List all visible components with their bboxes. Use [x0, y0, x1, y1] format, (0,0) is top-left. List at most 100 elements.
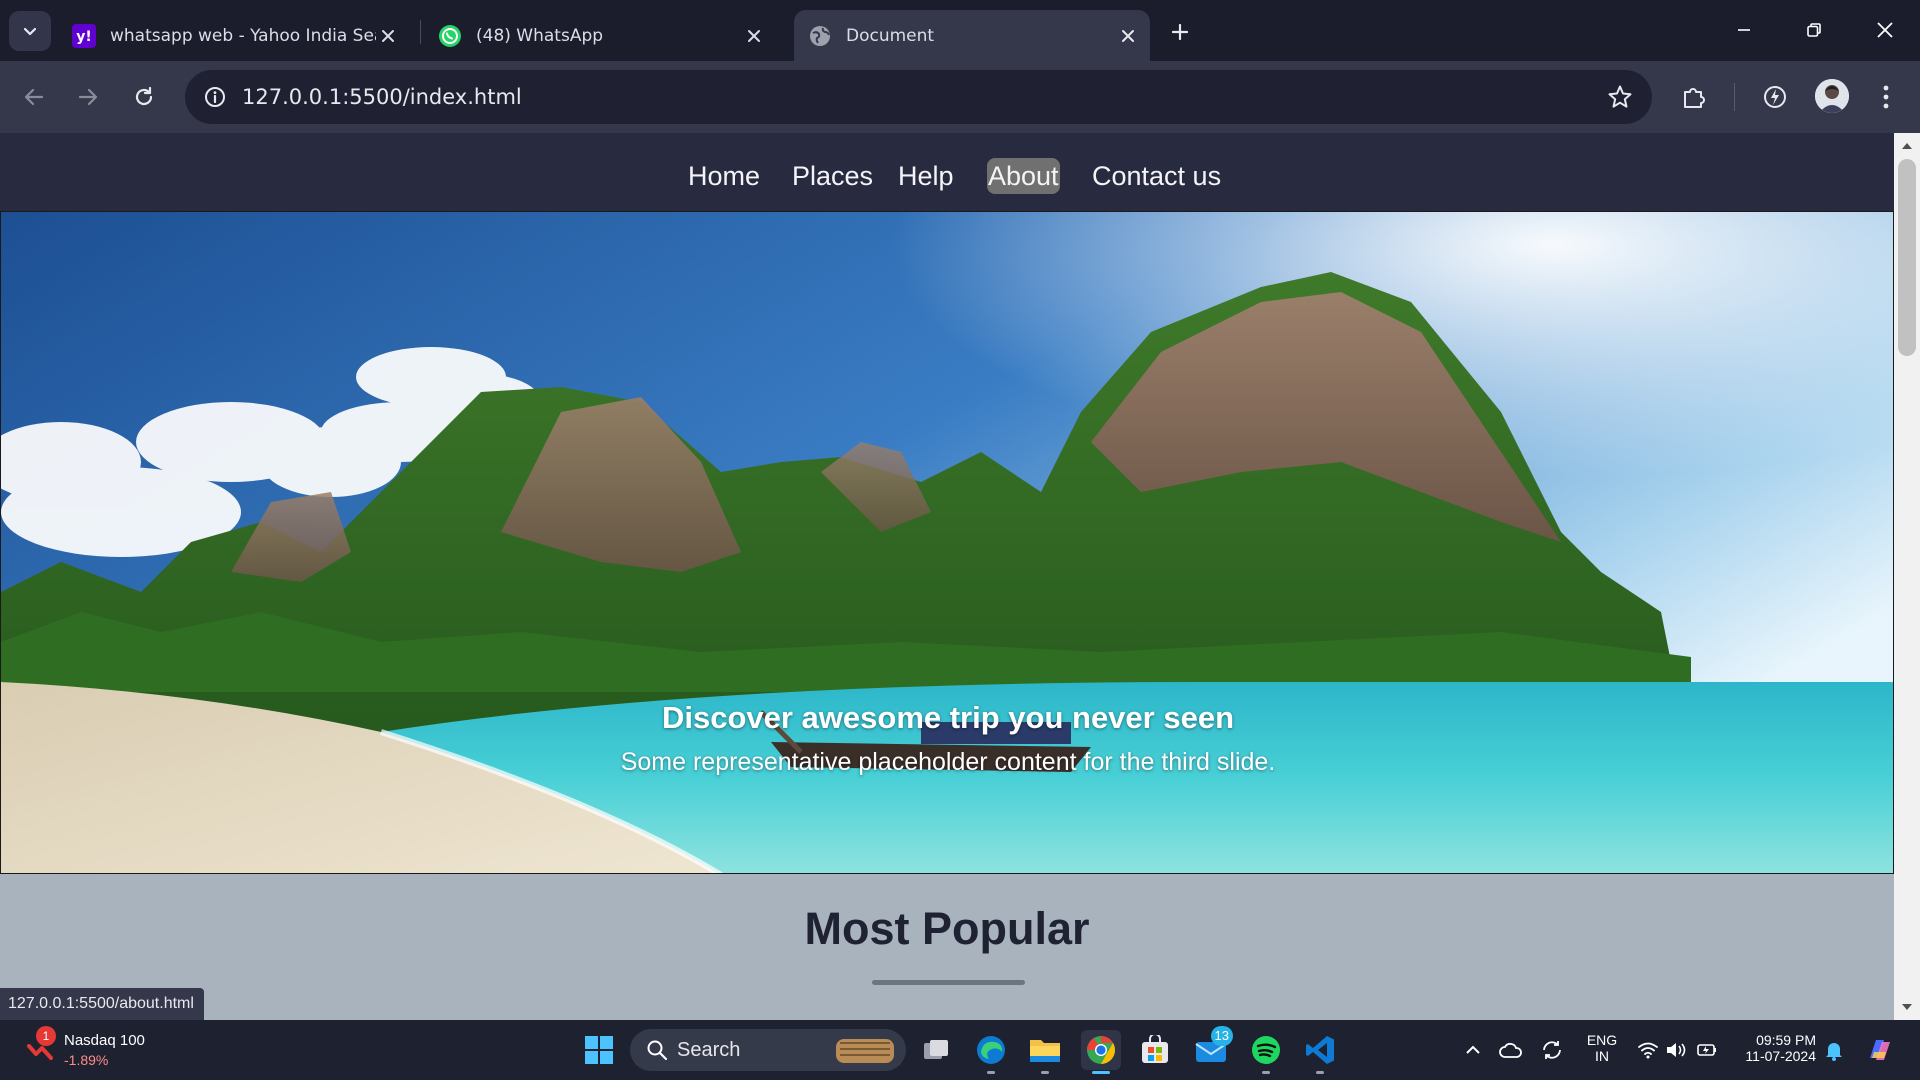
file-explorer-app[interactable]	[1025, 1030, 1065, 1074]
start-button[interactable]	[579, 1030, 619, 1070]
show-hidden-icons-button[interactable]	[1453, 1030, 1493, 1070]
restore-button[interactable]	[1784, 8, 1844, 52]
profile-avatar[interactable]	[1815, 79, 1849, 113]
link-hover-status: 127.0.0.1:5500/about.html	[0, 988, 204, 1020]
performance-icon[interactable]	[1757, 79, 1793, 115]
restore-icon	[1807, 23, 1821, 37]
language-indicator[interactable]: ENG IN	[1580, 1032, 1624, 1064]
arrow-right-icon	[78, 88, 98, 106]
stock-widget[interactable]: 1 Nasdaq 100 -1.89%	[22, 1026, 152, 1072]
arrow-left-icon	[24, 88, 44, 106]
back-button[interactable]	[14, 77, 54, 117]
site-info-button[interactable]	[197, 79, 233, 115]
tab-title: whatsapp web - Yahoo India Search	[110, 25, 376, 46]
tab-whatsapp[interactable]: (48) WhatsApp	[424, 10, 776, 61]
reload-icon	[135, 86, 153, 106]
close-icon	[1877, 22, 1893, 38]
active-indicator	[1092, 1071, 1110, 1074]
mail-badge: 13	[1210, 1026, 1233, 1046]
close-icon[interactable]	[742, 24, 766, 48]
edge-app[interactable]	[971, 1030, 1011, 1074]
running-indicator	[987, 1071, 995, 1074]
chrome-app[interactable]	[1081, 1030, 1121, 1074]
search-highlight-icon	[836, 1039, 894, 1063]
folder-icon	[1030, 1040, 1060, 1062]
copilot-icon	[1870, 1040, 1890, 1060]
reload-button[interactable]	[124, 77, 164, 117]
spotify-app[interactable]	[1246, 1030, 1286, 1074]
battery-tray[interactable]	[1691, 1030, 1723, 1070]
extensions-icon[interactable]	[1676, 79, 1712, 115]
notifications-button[interactable]	[1818, 1030, 1850, 1070]
clock[interactable]: 09:59 PM 11-07-2024	[1730, 1032, 1816, 1064]
minimize-icon	[1738, 29, 1750, 31]
nav-link-help[interactable]: Help	[896, 158, 956, 194]
tab-document[interactable]: Document	[794, 10, 1150, 61]
address-bar[interactable]: 127.0.0.1:5500/index.html	[185, 70, 1652, 124]
taskbar-search[interactable]: Search	[630, 1029, 906, 1071]
tab-yahoo-search[interactable]: y! whatsapp web - Yahoo India Search	[58, 10, 410, 61]
close-window-button[interactable]	[1855, 8, 1915, 52]
chrome-icon	[1087, 1036, 1115, 1064]
page-viewport: Home Places Help About Contact us Discov…	[0, 133, 1894, 1020]
nav-link-home[interactable]: Home	[686, 158, 762, 194]
nav-link-about[interactable]: About	[987, 158, 1060, 194]
tab-search-button[interactable]	[9, 11, 51, 51]
svg-text:y!: y!	[76, 29, 92, 45]
onedrive-tray[interactable]	[1493, 1030, 1529, 1070]
mail-app[interactable]: 13	[1191, 1026, 1233, 1070]
sync-tray[interactable]	[1534, 1030, 1570, 1070]
windows-logo-icon	[585, 1036, 613, 1064]
yahoo-icon: y!	[72, 23, 96, 48]
microsoft-store-app[interactable]	[1135, 1030, 1175, 1070]
clock-time: 09:59 PM	[1756, 1032, 1816, 1048]
stock-name: Nasdaq 100	[64, 1032, 145, 1049]
chevron-up-icon	[1466, 1045, 1480, 1054]
speaker-icon	[1667, 1043, 1686, 1057]
more-menu-icon[interactable]	[1868, 79, 1904, 115]
new-tab-button[interactable]	[1162, 14, 1198, 50]
heading-underline	[872, 980, 1025, 985]
running-indicator	[1316, 1071, 1324, 1074]
most-popular-heading: Most Popular	[804, 903, 1090, 954]
nav-link-places[interactable]: Places	[790, 158, 875, 194]
tab-strip: y! whatsapp web - Yahoo India Search (48…	[0, 0, 1920, 61]
clock-date: 11-07-2024	[1745, 1048, 1816, 1064]
hero-carousel-slide[interactable]: Discover awesome trip you never seen Som…	[0, 211, 1894, 874]
wifi-icon	[1638, 1042, 1658, 1059]
bookmark-star-icon[interactable]	[1606, 83, 1634, 111]
chevron-down-icon	[23, 27, 37, 36]
hero-caption-subtitle: Some representative placeholder content …	[620, 748, 1276, 776]
cloud-icon	[1499, 1042, 1522, 1058]
whatsapp-icon	[438, 24, 462, 48]
search-label: Search	[677, 1039, 741, 1061]
volume-tray[interactable]	[1660, 1030, 1692, 1070]
hero-caption-title: Discover awesome trip you never seen	[661, 700, 1235, 735]
scroll-thumb[interactable]	[1898, 159, 1916, 356]
stock-change: -1.89%	[64, 1052, 109, 1068]
tab-title: (48) WhatsApp	[476, 25, 604, 46]
vscode-app[interactable]	[1300, 1030, 1340, 1074]
windows-taskbar: 1 Nasdaq 100 -1.89% Search 13 ENG IN 09:…	[0, 1020, 1920, 1080]
browser-toolbar: 127.0.0.1:5500/index.html	[0, 61, 1920, 133]
search-icon	[647, 1040, 668, 1061]
page-scrollbar[interactable]	[1894, 133, 1920, 1020]
store-icon	[1142, 1035, 1168, 1063]
region-code: IN	[1595, 1048, 1609, 1064]
forward-button[interactable]	[68, 77, 108, 117]
task-view-button[interactable]	[916, 1030, 956, 1070]
notification-badge: 1	[36, 1026, 56, 1046]
tab-separator	[420, 20, 421, 44]
task-view-icon	[924, 1040, 948, 1059]
running-indicator	[1262, 1071, 1270, 1074]
address-url[interactable]: 127.0.0.1:5500/index.html	[242, 70, 522, 124]
scroll-up-icon[interactable]	[1900, 139, 1914, 153]
bell-icon	[1826, 1043, 1842, 1061]
close-icon[interactable]	[376, 24, 400, 48]
minimize-button[interactable]	[1714, 8, 1774, 52]
running-indicator	[1041, 1071, 1049, 1074]
scroll-down-icon[interactable]	[1900, 1000, 1914, 1014]
copilot-button[interactable]	[1860, 1030, 1900, 1070]
close-icon[interactable]	[1116, 24, 1140, 48]
nav-link-contact[interactable]: Contact us	[1090, 158, 1223, 194]
